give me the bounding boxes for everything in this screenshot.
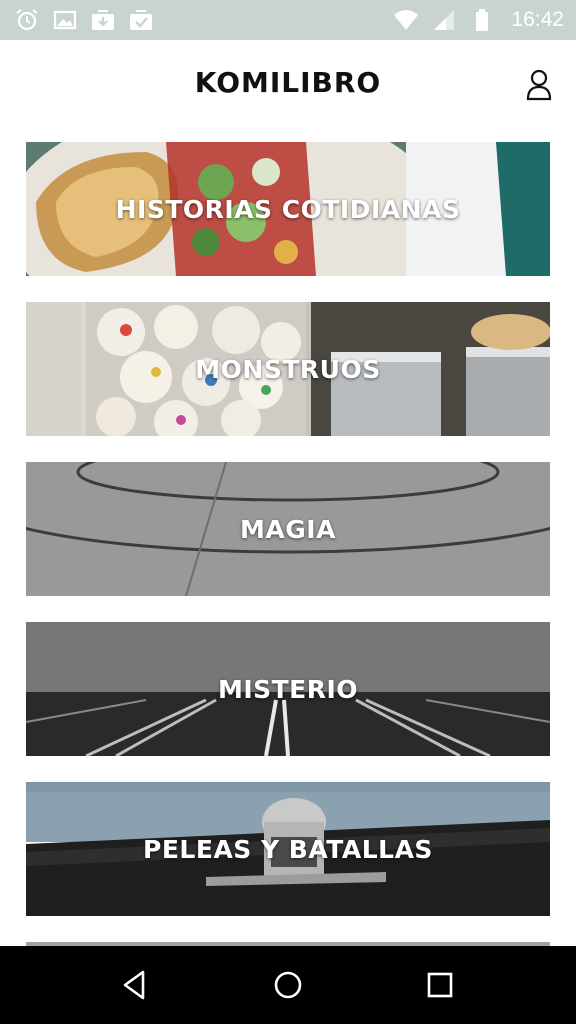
back-icon (123, 970, 145, 1000)
status-system: 16:42 (393, 7, 564, 33)
download-icon (90, 7, 116, 33)
status-notifications (14, 7, 154, 33)
home-button[interactable] (263, 960, 313, 1010)
image-icon (52, 7, 78, 33)
category-card-monstruos[interactable]: MONSTRUOS (26, 302, 550, 436)
app-header: KOMILIBRO (0, 40, 576, 132)
battery-icon (469, 7, 495, 33)
wifi-icon (393, 7, 419, 33)
category-label: HISTORIAS COTIDIANAS (115, 194, 461, 224)
back-button[interactable] (111, 960, 161, 1010)
category-card-magia[interactable]: MAGIA (26, 462, 550, 596)
category-card-peleas-y-batallas[interactable]: PELEAS Y BATALLAS (26, 782, 550, 916)
navigation-bar (0, 946, 576, 1024)
app-title: KOMILIBRO (194, 66, 382, 99)
category-label: MONSTRUOS (195, 354, 381, 384)
profile-button[interactable] (524, 68, 554, 102)
recents-icon (427, 972, 453, 998)
category-label: MISTERIO (217, 674, 359, 704)
recents-button[interactable] (415, 960, 465, 1010)
signal-icon (431, 7, 457, 33)
category-label: PELEAS Y BATALLAS (143, 834, 433, 864)
category-card-historias-cotidianas[interactable]: HISTORIAS COTIDIANAS (26, 142, 550, 276)
status-time: 16:42 (511, 8, 564, 31)
user-icon (526, 69, 552, 101)
category-card-misterio[interactable]: MISTERIO (26, 622, 550, 756)
status-bar: 16:42 (0, 0, 576, 40)
checklist-icon (128, 7, 154, 33)
home-icon (274, 971, 302, 999)
alarm-icon (14, 7, 40, 33)
category-label: MAGIA (240, 514, 336, 544)
